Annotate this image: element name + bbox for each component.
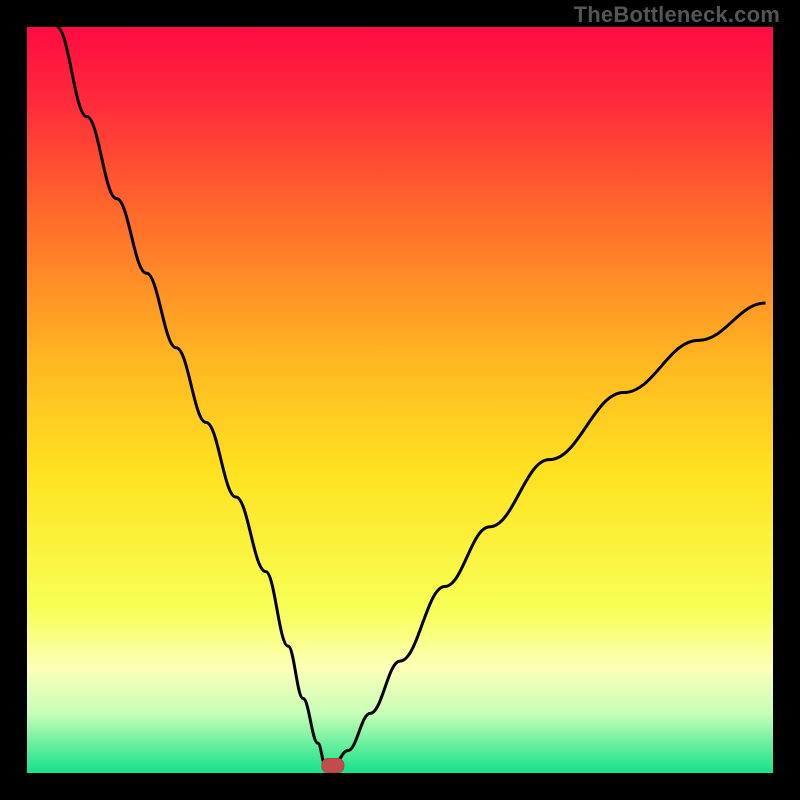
minimum-marker bbox=[322, 759, 344, 773]
bottleneck-plot bbox=[0, 0, 800, 800]
chart-frame: { "watermark": "TheBottleneck.com", "col… bbox=[0, 0, 800, 800]
watermark-text: TheBottleneck.com bbox=[574, 2, 780, 28]
